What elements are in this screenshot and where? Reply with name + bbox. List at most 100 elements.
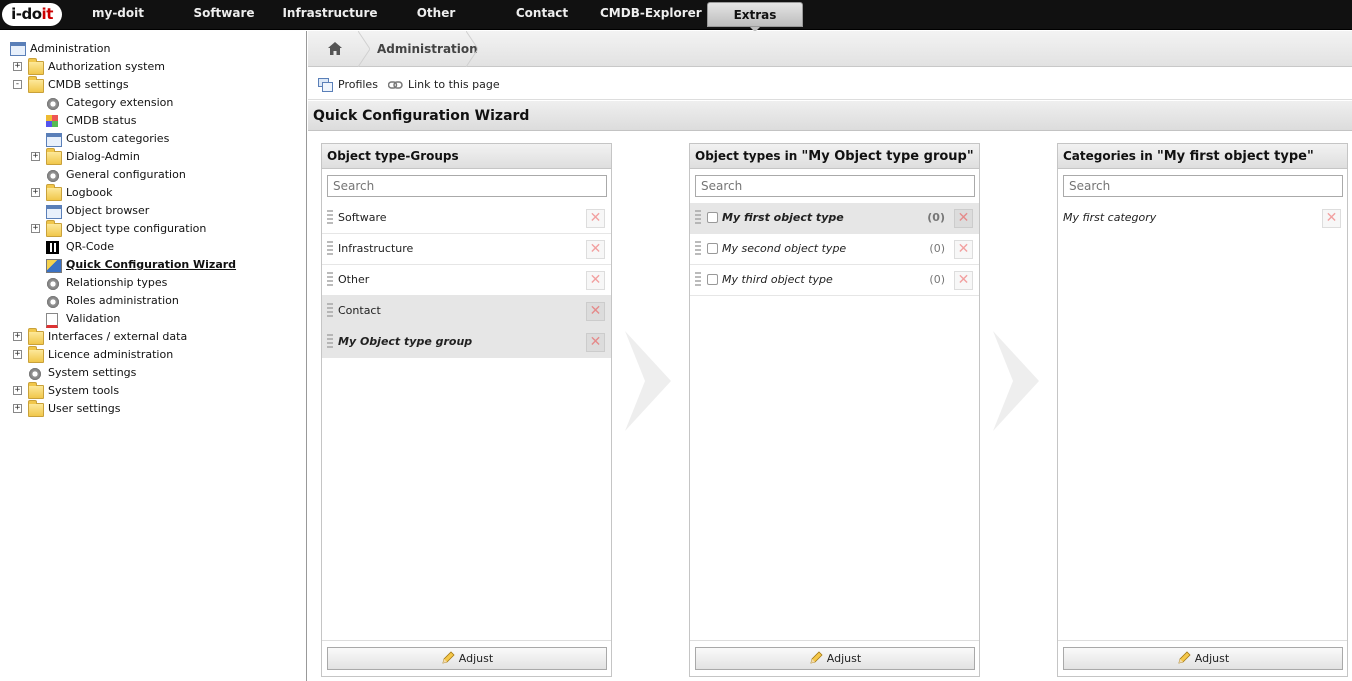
tree-item-interfaces-external-data[interactable]: + Interfaces / external data: [0, 328, 300, 346]
group-label: Other: [338, 273, 370, 286]
delete-icon[interactable]: ✕: [954, 240, 973, 259]
expand-icon[interactable]: +: [31, 152, 40, 161]
expand-icon[interactable]: +: [31, 224, 40, 233]
tree-item-system-tools[interactable]: + System tools: [0, 382, 300, 400]
panel-title: Object type-Groups: [322, 144, 611, 169]
folder-icon: [28, 328, 44, 345]
tree-item-category-extension[interactable]: Category extension: [0, 94, 300, 112]
group-row[interactable]: Contact ✕: [322, 296, 611, 327]
category-label: My first category: [1063, 211, 1157, 224]
delete-icon[interactable]: ✕: [954, 271, 973, 290]
breadcrumb-administration[interactable]: Administration: [377, 31, 478, 67]
profiles-icon: [318, 78, 333, 92]
nav-software[interactable]: Software: [188, 0, 260, 26]
breadcrumb-separator-icon: [358, 31, 370, 67]
nav-infrastructure[interactable]: Infrastructure: [280, 0, 380, 26]
expand-icon[interactable]: +: [13, 404, 22, 413]
adjust-groups-button[interactable]: Adjust: [327, 647, 607, 670]
delete-icon[interactable]: ✕: [586, 302, 605, 321]
i-doit-logo[interactable]: i-doit: [2, 3, 62, 26]
tree-item-system-settings[interactable]: System settings: [0, 364, 300, 382]
group-row[interactable]: My Object type group ✕: [322, 327, 611, 358]
delete-icon[interactable]: ✕: [586, 333, 605, 352]
nav-other[interactable]: Other: [408, 0, 464, 26]
nav-extras[interactable]: Extras: [707, 2, 803, 27]
tree-item-licence-administration[interactable]: + Licence administration: [0, 346, 300, 364]
profiles-button[interactable]: Profiles: [318, 77, 398, 93]
drag-handle-icon[interactable]: [695, 241, 701, 257]
tree-item-logbook[interactable]: + Logbook: [0, 184, 300, 202]
expand-icon[interactable]: +: [13, 332, 22, 341]
nav-cmdb-explorer[interactable]: CMDB-Explorer: [600, 0, 702, 26]
nav-my-doit[interactable]: my-doit: [82, 0, 154, 26]
collapse-icon[interactable]: -: [13, 80, 22, 89]
drag-handle-icon[interactable]: [327, 241, 333, 257]
tree-item-authorization-system[interactable]: + Authorization system: [0, 58, 300, 76]
tree-item-custom-categories[interactable]: Custom categories: [0, 130, 300, 148]
categories-search-input[interactable]: [1063, 175, 1343, 197]
tree-root-administration[interactable]: Administration: [10, 40, 210, 58]
tree-item-cmdb-settings[interactable]: - CMDB settings: [0, 76, 300, 94]
wand-icon: [46, 259, 62, 273]
object-type-row[interactable]: My first object type (0) ✕: [690, 203, 979, 234]
object-type-checkbox[interactable]: [707, 274, 718, 285]
tree-item-object-browser[interactable]: Object browser: [0, 202, 300, 220]
category-row[interactable]: My first category ✕: [1058, 206, 1347, 231]
tree-item-validation[interactable]: Validation: [0, 310, 300, 328]
tree-item-dialog-admin[interactable]: + Dialog-Admin: [0, 148, 300, 166]
drag-handle-icon[interactable]: [327, 272, 333, 288]
delete-icon[interactable]: ✕: [954, 209, 973, 228]
types-search-input[interactable]: [695, 175, 975, 197]
gear-icon: [46, 97, 60, 111]
delete-icon[interactable]: ✕: [586, 271, 605, 290]
tree-item-qr-code[interactable]: QR-Code: [0, 238, 300, 256]
doc-icon: [46, 313, 58, 328]
expand-icon[interactable]: +: [31, 188, 40, 197]
object-type-row[interactable]: My second object type (0) ✕: [690, 234, 979, 265]
tree-item-general-configuration[interactable]: General configuration: [0, 166, 300, 184]
breadcrumb: Administration: [308, 31, 1352, 67]
delete-icon[interactable]: ✕: [586, 240, 605, 259]
folder-icon: [28, 382, 44, 399]
adjust-categories-button[interactable]: Adjust: [1063, 647, 1343, 670]
tree-item-cmdb-status[interactable]: CMDB status: [0, 112, 300, 130]
gear-icon: [46, 169, 60, 183]
drag-handle-icon[interactable]: [695, 272, 701, 288]
object-type-checkbox[interactable]: [707, 212, 718, 223]
drag-handle-icon[interactable]: [695, 210, 701, 226]
drag-handle-icon[interactable]: [327, 334, 333, 350]
tree-item-user-settings[interactable]: + User settings: [0, 400, 300, 418]
groups-search-input[interactable]: [327, 175, 607, 197]
tree-item-quick-configuration-wizard[interactable]: Quick Configuration Wizard: [0, 256, 300, 274]
expand-icon[interactable]: +: [13, 350, 22, 359]
tree-item-relationship-types[interactable]: Relationship types: [0, 274, 300, 292]
object-type-checkbox[interactable]: [707, 243, 718, 254]
link-to-page-button[interactable]: Link to this page: [388, 77, 508, 93]
group-row[interactable]: Software ✕: [322, 203, 611, 234]
delete-icon[interactable]: ✕: [1322, 209, 1341, 228]
adjust-types-button[interactable]: Adjust: [695, 647, 975, 670]
object-count: (0): [927, 211, 945, 224]
group-row[interactable]: Other ✕: [322, 265, 611, 296]
window-icon: [46, 205, 62, 219]
tree-item-roles-administration[interactable]: Roles administration: [0, 292, 300, 310]
delete-icon[interactable]: ✕: [586, 209, 605, 228]
object-type-row[interactable]: My third object type (0) ✕: [690, 265, 979, 296]
expand-icon[interactable]: +: [13, 386, 22, 395]
home-icon[interactable]: [328, 42, 342, 55]
link-icon: [388, 81, 403, 89]
expand-icon[interactable]: +: [13, 62, 22, 71]
folder-icon: [28, 76, 44, 93]
breadcrumb-separator-icon: [466, 31, 478, 67]
panel-footer: Adjust: [690, 640, 979, 676]
qr-icon: [46, 241, 59, 254]
gear-icon: [46, 295, 60, 309]
drag-handle-icon[interactable]: [327, 210, 333, 226]
categories-panel: Categories in "My first object type" My …: [1057, 143, 1348, 677]
group-row[interactable]: Infrastructure ✕: [322, 234, 611, 265]
nav-contact[interactable]: Contact: [508, 0, 576, 26]
tree-item-object-type-configuration[interactable]: + Object type configuration: [0, 220, 300, 238]
gear-icon: [28, 367, 42, 381]
drag-handle-icon[interactable]: [327, 303, 333, 319]
logo-text: i-do: [11, 5, 42, 23]
